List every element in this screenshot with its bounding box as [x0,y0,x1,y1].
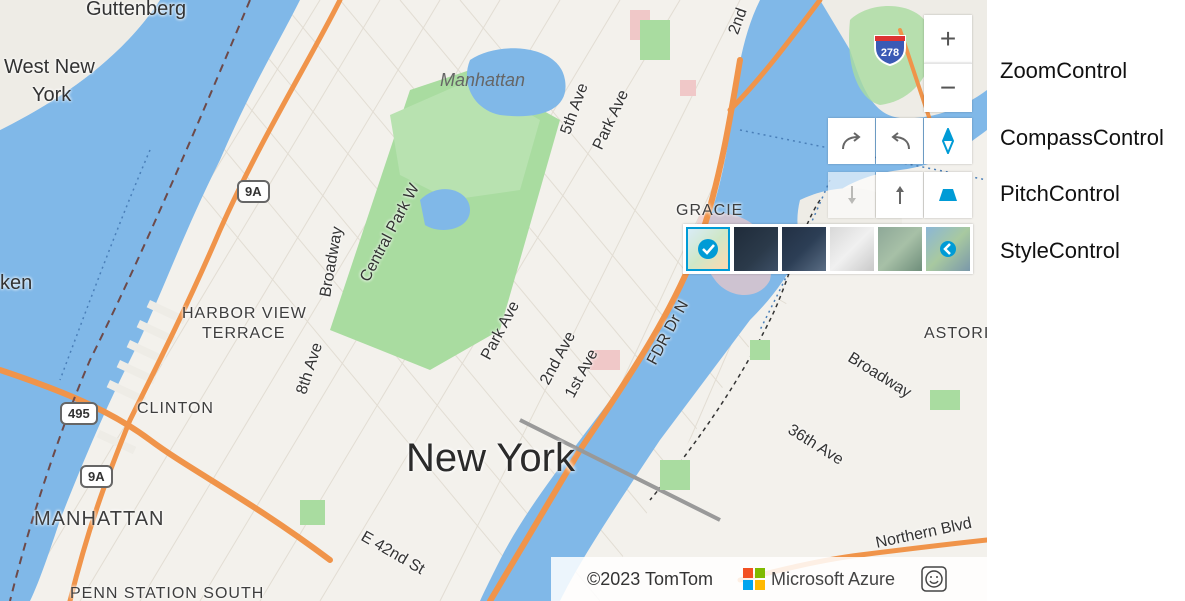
copyright-text: ©2023 TomTom [587,568,713,589]
pitch-down-icon [847,186,856,204]
place-hoboken-partial: ken [0,272,33,294]
rotate-right-button[interactable] [828,118,875,164]
chevron-left-icon [940,241,956,257]
legend-compass-control: CompassControl [1000,125,1164,150]
style-thumb-dark-grayscale[interactable] [782,227,826,271]
pitch-up-icon [895,186,904,204]
feedback-smiley-button[interactable] [921,566,947,592]
district-clinton: CLINTON [137,400,214,417]
district-harbor-view-2: TERRACE [202,325,286,342]
legend-zoom-control: ZoomControl [1000,58,1128,83]
route-shield-9a-top: 9A [237,180,270,203]
rotate-right-icon [841,132,861,150]
city-new-york: New York [406,436,575,480]
zoom-in-button[interactable]: + [924,15,972,63]
zoom-out-icon: − [939,72,957,103]
check-circle-icon [698,239,718,259]
zoom-in-icon: + [939,23,957,54]
rotate-left-button[interactable] [876,118,923,164]
place-west-new-york-2: York [32,84,72,106]
route-shield-9a-bottom: 9A [80,465,113,488]
interstate-278-icon: 278 [872,30,908,67]
place-west-new-york: West New [4,56,95,78]
district-astoria: ASTORIA [924,325,987,342]
smiley-icon [921,566,947,592]
route-shield-495: 495 [60,402,98,425]
style-thumb-satellite[interactable] [878,227,922,271]
style-thumb-satellite-road[interactable] [926,227,970,271]
legend-pitch-control: PitchControl [1000,181,1120,206]
style-thumb-night[interactable] [734,227,778,271]
style-thumb-road[interactable] [686,227,730,271]
pitch-perspective-icon [939,189,957,201]
brand-text: Microsoft Azure [771,568,896,589]
district-gracie: GRACIE [676,202,744,219]
interstate-278-label: 278 [881,47,899,59]
zoom-out-button[interactable]: − [924,63,972,112]
style-thumb-grayscale-light[interactable] [830,227,874,271]
park-label-manhattan: Manhattan [440,70,526,90]
rotate-left-icon [890,132,910,150]
legend-style-control: StyleControl [1000,238,1120,263]
district-penn-station-south: PENN STATION SOUTH [70,585,265,601]
attribution-bar: ©2023 TomTom Microsoft Azure [551,557,987,601]
microsoft-logo-icon [743,568,765,590]
district-manhattan: MANHATTAN [34,508,165,530]
compass-north-button[interactable] [924,118,972,164]
pitch-toggle-button[interactable] [924,172,972,218]
pitch-up-button[interactable] [876,172,923,218]
compass-needle-icon [941,128,955,154]
map-canvas[interactable]: Guttenberg West New York ken Manhattan H… [0,0,987,601]
district-harbor-view: HARBOR VIEW [182,305,307,322]
place-guttenberg: Guttenberg [86,0,187,20]
pitch-down-button[interactable] [828,172,875,218]
